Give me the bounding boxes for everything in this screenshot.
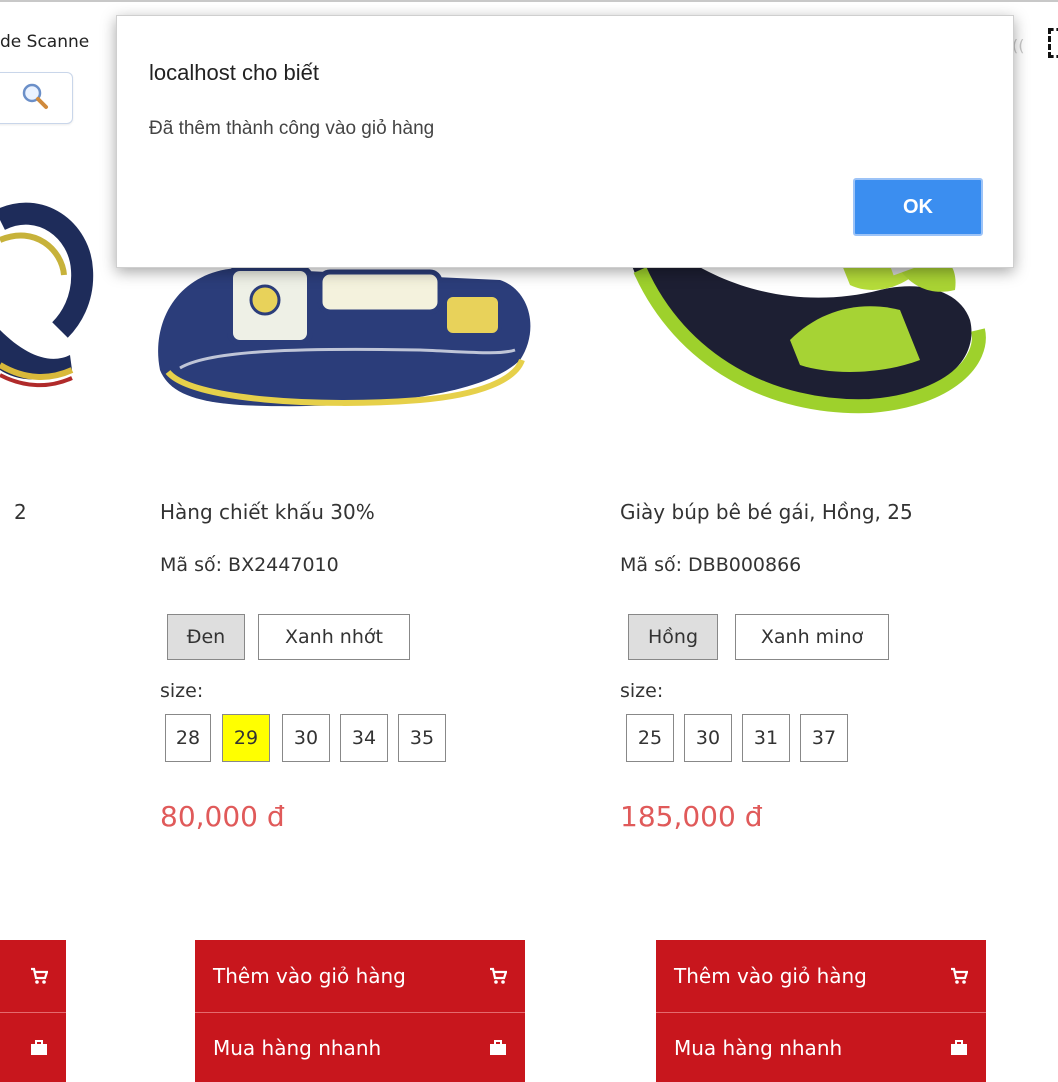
add-to-cart-button[interactable]: Thêm vào giỏ hàng — [656, 940, 986, 1012]
product-price: 185,000 đ — [620, 800, 763, 833]
size-option[interactable]: 25 — [626, 714, 674, 762]
buy-now-button[interactable]: Mua hàng nhanh — [195, 1013, 525, 1082]
size-option[interactable]: 28 — [165, 714, 211, 762]
buy-now-label: Mua hàng nhanh — [674, 1035, 843, 1060]
dialog-message: Đã thêm thành công vào giỏ hàng — [149, 118, 435, 139]
size-label: size: — [160, 680, 204, 702]
bookmark-item[interactable]: de Scanne — [0, 32, 89, 52]
buy-now-label: Mua hàng nhanh — [213, 1035, 382, 1060]
buy-now-button[interactable] — [0, 1013, 66, 1082]
size-option[interactable]: 30 — [684, 714, 732, 762]
size-option[interactable]: 34 — [340, 714, 388, 762]
size-option[interactable]: 31 — [742, 714, 790, 762]
product-title[interactable]: Hàng chiết khấu 30% — [160, 500, 375, 524]
fullscreen-icon[interactable] — [1048, 28, 1058, 58]
alert-dialog: localhost cho biết Đã thêm thành công và… — [116, 15, 1014, 268]
size-option[interactable]: 35 — [398, 714, 446, 762]
size-option-selected[interactable]: 29 — [222, 714, 270, 762]
search-icon[interactable] — [20, 81, 50, 111]
product-code: Mã số: DBB000866 — [620, 554, 802, 576]
cart-icon — [31, 967, 48, 984]
size-label: size: — [620, 680, 664, 702]
briefcase-icon — [31, 1039, 47, 1055]
cart-icon — [951, 967, 968, 984]
search-input[interactable] — [0, 72, 73, 124]
product-image-left[interactable] — [0, 180, 110, 410]
color-option[interactable]: Xanh nhớt — [258, 614, 410, 660]
briefcase-icon — [490, 1039, 506, 1055]
color-option[interactable]: Hồng — [628, 614, 718, 660]
buy-now-button[interactable]: Mua hàng nhanh — [656, 1013, 986, 1082]
color-option[interactable]: Đen — [167, 614, 245, 660]
add-to-cart-label: Thêm vào giỏ hàng — [213, 964, 406, 988]
product-code: Mã số: BX2447010 — [160, 554, 339, 576]
briefcase-icon — [951, 1039, 967, 1055]
product-title[interactable]: 2 — [14, 500, 27, 524]
dialog-title: localhost cho biết — [149, 60, 319, 85]
color-option[interactable]: Xanh minơ — [735, 614, 889, 660]
product-title[interactable]: Giày búp bê bé gái, Hồng, 25 — [620, 500, 913, 524]
add-to-cart-label: Thêm vào giỏ hàng — [674, 964, 867, 988]
cart-icon — [490, 967, 507, 984]
product-price: 80,000 đ — [160, 800, 285, 833]
size-option[interactable]: 37 — [800, 714, 848, 762]
size-option[interactable]: 30 — [282, 714, 330, 762]
add-to-cart-button[interactable]: Thêm vào giỏ hàng — [195, 940, 525, 1012]
add-to-cart-button[interactable] — [0, 940, 66, 1012]
ok-button[interactable]: OK — [853, 178, 983, 236]
